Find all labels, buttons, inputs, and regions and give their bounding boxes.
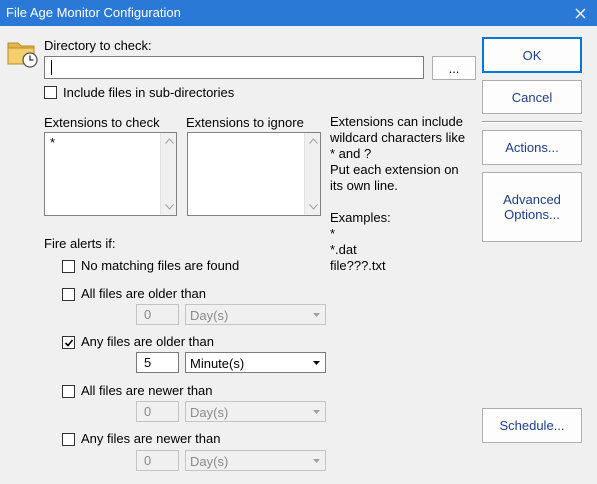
any-older-amount-input[interactable]: 5 (136, 352, 179, 373)
extensions-ignore-textarea[interactable] (187, 132, 321, 216)
ok-button[interactable]: OK (482, 37, 582, 73)
examples-label: Examples: (330, 210, 391, 225)
advanced-options-line2: Options... (504, 207, 560, 222)
any-newer-label: Any files are newer than (81, 431, 221, 446)
chevron-down-icon (309, 452, 324, 469)
chevron-down-icon (309, 306, 324, 323)
example-item: file???.txt (330, 258, 386, 273)
close-icon (575, 8, 585, 18)
fire-alerts-label: Fire alerts if: (44, 236, 116, 251)
any-newer-unit: Day(s) (190, 454, 229, 469)
close-button[interactable] (563, 0, 597, 26)
text-caret (51, 60, 52, 75)
all-newer-label: All files are newer than (81, 383, 213, 398)
all-newer-amount: 0 (144, 404, 152, 419)
any-older-unit-select[interactable]: Minute(s) (185, 352, 326, 373)
any-older-unit: Minute(s) (190, 356, 245, 371)
any-newer-checkbox[interactable] (62, 433, 75, 446)
browse-button[interactable]: ... (432, 56, 476, 80)
scroll-down-icon[interactable] (305, 199, 321, 215)
example-item: *.dat (330, 242, 357, 257)
all-older-label: All files are older than (81, 286, 207, 301)
extensions-ignore-label: Extensions to ignore (186, 115, 304, 130)
any-newer-amount-input[interactable]: 0 (136, 450, 179, 471)
no-match-checkbox[interactable] (62, 260, 75, 273)
extensions-check-label: Extensions to check (44, 115, 160, 130)
any-newer-unit-select[interactable]: Day(s) (185, 450, 326, 471)
any-older-checkbox[interactable] (62, 336, 75, 349)
extensions-check-textarea[interactable]: * (44, 132, 177, 216)
chevron-down-icon (309, 403, 324, 420)
window-title: File Age Monitor Configuration (6, 5, 181, 20)
no-match-label: No matching files are found (81, 258, 240, 273)
all-newer-amount-input[interactable]: 0 (136, 401, 179, 422)
directory-input[interactable] (44, 56, 424, 79)
schedule-button[interactable]: Schedule... (482, 408, 582, 443)
chevron-down-icon (309, 354, 324, 371)
any-older-amount: 5 (144, 355, 152, 370)
folder-clock-icon (7, 37, 39, 69)
all-older-amount-input[interactable]: 0 (136, 304, 179, 325)
include-subdirs-checkbox[interactable] (44, 86, 57, 99)
scroll-down-icon[interactable] (161, 199, 177, 215)
scroll-up-icon[interactable] (305, 133, 321, 149)
help-line: its own line. (330, 178, 398, 193)
advanced-options-line1: Advanced (503, 192, 561, 207)
include-subdirs-label: Include files in sub-directories (63, 85, 235, 100)
any-older-label: Any files are older than (81, 334, 214, 349)
help-line: wildcard characters like (330, 130, 466, 145)
help-line: Put each extension on (330, 162, 459, 177)
extensions-help: Extensions can include wildcard characte… (330, 114, 480, 274)
all-older-unit: Day(s) (190, 308, 229, 323)
all-newer-checkbox[interactable] (62, 385, 75, 398)
cancel-button[interactable]: Cancel (482, 80, 582, 114)
scroll-up-icon[interactable] (161, 133, 177, 149)
extensions-check-scrollbar[interactable] (160, 133, 176, 215)
check-icon (64, 338, 73, 347)
all-newer-unit: Day(s) (190, 405, 229, 420)
all-newer-unit-select[interactable]: Day(s) (185, 401, 326, 422)
title-bar: File Age Monitor Configuration (0, 0, 597, 26)
help-line: Extensions can include (330, 114, 463, 129)
all-older-unit-select[interactable]: Day(s) (185, 304, 326, 325)
example-item: * (330, 226, 336, 241)
extensions-ignore-scrollbar[interactable] (304, 133, 320, 215)
extensions-check-value: * (50, 135, 56, 150)
advanced-options-button[interactable]: Advanced Options... (482, 172, 582, 242)
directory-label: Directory to check: (44, 38, 152, 53)
all-older-amount: 0 (144, 307, 152, 322)
help-line: * and ? (330, 146, 372, 161)
all-older-checkbox[interactable] (62, 288, 75, 301)
any-newer-amount: 0 (144, 453, 152, 468)
actions-button[interactable]: Actions... (482, 130, 582, 165)
button-separator (482, 121, 582, 123)
